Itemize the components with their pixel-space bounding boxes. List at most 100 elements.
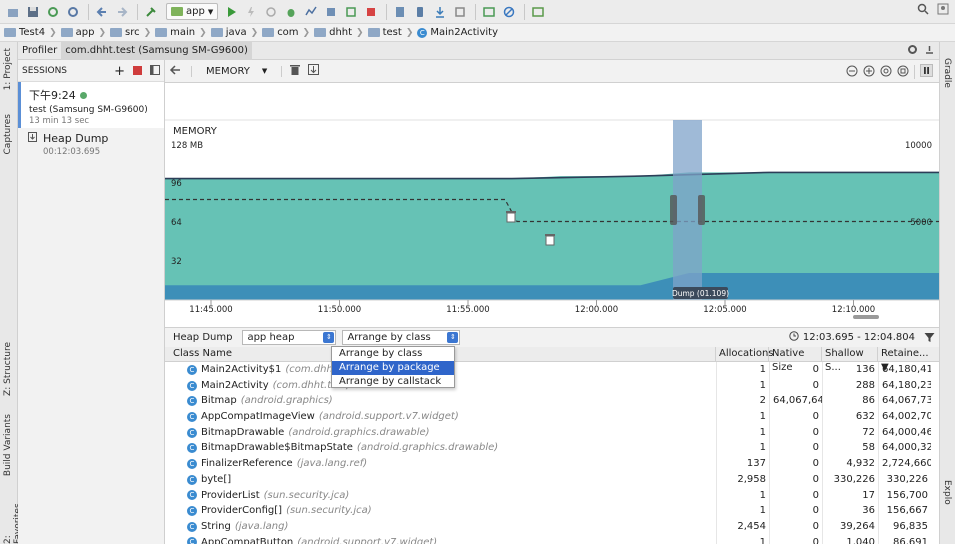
table-row[interactable]: C ProviderConfig[] (sun.security.jca) 1 0 …	[165, 503, 939, 519]
timeline-scrollbar-thumb[interactable]	[853, 315, 879, 319]
run-icon[interactable]	[222, 3, 240, 21]
sync-icon[interactable]	[44, 3, 62, 21]
zoom-in-icon[interactable]	[863, 65, 875, 80]
table-row[interactable]: C AppCompatButton (android.support.v7.widg…	[165, 534, 939, 544]
memory-toolbar: MEMORY ▼	[165, 60, 939, 83]
arrange-dropdown-menu: Arrange by class Arrange by package Arra…	[331, 346, 455, 388]
retained-size-cell: 156,700	[878, 487, 931, 504]
tab-structure[interactable]: Z: Structure	[3, 342, 13, 396]
selection-handle-right[interactable]	[698, 195, 705, 225]
column-retained-size[interactable]: Retaine... ▼	[878, 347, 931, 373]
search-icon[interactable]	[917, 3, 929, 18]
sdk-manager-icon[interactable]	[431, 3, 449, 21]
open-icon[interactable]	[4, 3, 22, 21]
arrange-option-class[interactable]: Arrange by class	[332, 347, 454, 361]
tab-gradle[interactable]: Gradle	[942, 58, 952, 88]
project-structure-icon[interactable]	[451, 3, 469, 21]
breadcrumb-item[interactable]: test	[367, 27, 402, 38]
avd-manager-icon[interactable]	[411, 3, 429, 21]
reset-zoom-icon[interactable]	[880, 65, 892, 80]
zoom-to-selection-icon[interactable]	[897, 65, 909, 80]
session-item[interactable]: 下午9:24 test (Samsung SM-G9600) 13 min 13…	[18, 82, 164, 128]
attach-debugger-icon[interactable]	[322, 3, 340, 21]
zoom-out-icon[interactable]	[846, 65, 858, 80]
save-icon[interactable]	[24, 3, 42, 21]
debug-icon[interactable]	[282, 3, 300, 21]
table-row[interactable]: C String (java.lang) 2,454 0 39,264 96,835	[165, 518, 939, 535]
arrange-option-callstack[interactable]: Arrange by callstack	[332, 375, 454, 389]
plus-icon[interactable]: +	[114, 65, 125, 78]
native-size-cell: 0	[769, 471, 822, 488]
allocations-cell: 2,454	[716, 518, 769, 535]
monitor-icon[interactable]	[480, 3, 498, 21]
table-row[interactable]: Cbyte[] 2,958 0 330,226 330,226	[165, 471, 939, 488]
column-shallow-size[interactable]: Shallow S...	[822, 347, 878, 373]
profiler-select[interactable]: MEMORY ▼	[191, 65, 283, 77]
arrange-select[interactable]: Arrange by class ⇕	[342, 330, 461, 345]
back-arrow-icon[interactable]	[169, 64, 181, 79]
table-row[interactable]: C AppCompatImageView (android.support.v7.w…	[165, 409, 939, 425]
shallow-size-cell: 288	[822, 377, 878, 394]
forward-icon[interactable]	[113, 3, 131, 21]
gc-marker[interactable]	[545, 234, 555, 246]
layout-inspector-icon[interactable]	[529, 3, 547, 21]
tab-project[interactable]: 1: Project	[3, 48, 13, 90]
column-native-size[interactable]: Native Size	[769, 347, 822, 373]
stop-icon[interactable]	[362, 3, 380, 21]
table-row[interactable]: C Main2Activity$1 (com.dhht.test) 1 0 136 …	[165, 362, 939, 378]
class-icon: C	[187, 411, 197, 422]
retained-size-cell: 96,835	[878, 518, 931, 535]
tab-build-variants[interactable]: Build Variants	[3, 414, 13, 476]
gradle-sync-icon[interactable]	[391, 3, 409, 21]
breadcrumb-item[interactable]: main	[155, 27, 195, 38]
table-row[interactable]: C Main2Activity (com.dhht.test) 1 0 288 64…	[165, 377, 939, 394]
breadcrumb-item[interactable]: dhht	[314, 27, 352, 38]
tab-captures[interactable]: Captures	[3, 114, 13, 154]
heap-select[interactable]: app heap ⇕	[242, 330, 337, 345]
breadcrumb-item[interactable]: app	[60, 27, 94, 38]
tab-device-file-explorer[interactable]: Device File Explo	[942, 480, 955, 544]
coverage-icon[interactable]	[342, 3, 360, 21]
dump-heap-icon[interactable]	[308, 64, 320, 78]
arrange-option-package[interactable]: Arrange by package	[332, 361, 454, 375]
breadcrumb-item[interactable]: Test4	[4, 27, 45, 38]
trash-icon[interactable]	[290, 64, 301, 78]
table-row[interactable]: C FinalizerReference (java.lang.ref) 137 0…	[165, 456, 939, 472]
account-icon[interactable]	[937, 3, 949, 18]
stop-session-icon[interactable]	[133, 65, 142, 78]
table-row[interactable]: C BitmapDrawable$BitmapState (android.grap…	[165, 440, 939, 457]
hide-panel-icon[interactable]	[924, 44, 935, 58]
pause-live-icon[interactable]	[920, 64, 933, 80]
memory-chart[interactable]: MEMORY 128 MB 10000 96 64 32 5000 11:45.…	[165, 83, 939, 327]
breadcrumb-item[interactable]: C Main2Activity	[417, 27, 498, 38]
heap-dump-artifact[interactable]: Heap Dump 00:12:03.695	[18, 128, 164, 161]
selection-handle-left[interactable]	[670, 195, 677, 225]
table-row[interactable]: C ProviderList (sun.security.jca) 1 0 17 1…	[165, 487, 939, 504]
table-row[interactable]: C BitmapDrawable (android.graphics.drawabl…	[165, 424, 939, 441]
collapse-panel-icon[interactable]	[150, 65, 160, 78]
table-row[interactable]: C Bitmap(android.graphics) 2 64,067,648 8…	[165, 393, 939, 410]
run-configuration-select[interactable]: app ▼	[166, 3, 219, 20]
heap-dump-selection[interactable]	[673, 120, 702, 300]
y-left-tick: 96	[171, 179, 182, 189]
column-allocations[interactable]: Allocations	[716, 347, 774, 362]
heap-select-value: app heap	[247, 332, 295, 343]
no-entry-icon[interactable]	[500, 3, 518, 21]
back-icon[interactable]	[93, 3, 111, 21]
apply-changes-icon[interactable]	[242, 3, 260, 21]
gc-marker[interactable]	[506, 211, 516, 223]
native-size-cell: 0	[769, 487, 822, 504]
class-icon: C	[187, 458, 197, 469]
class-icon: C	[187, 490, 197, 501]
tab-profiler[interactable]: Profiler	[18, 42, 61, 60]
filter-icon[interactable]	[924, 332, 935, 346]
refresh-icon[interactable]	[64, 3, 82, 21]
build-hammer-icon[interactable]	[142, 3, 160, 21]
gear-icon[interactable]	[907, 44, 918, 58]
breadcrumb-item[interactable]: src	[109, 27, 140, 38]
breadcrumb-item[interactable]: com	[262, 27, 299, 38]
breadcrumb-item[interactable]: java	[210, 27, 247, 38]
profile-icon[interactable]	[302, 3, 320, 21]
restart-icon[interactable]	[262, 3, 280, 21]
tab-device-process[interactable]: com.dhht.test (Samsung SM-G9600)	[61, 41, 252, 60]
